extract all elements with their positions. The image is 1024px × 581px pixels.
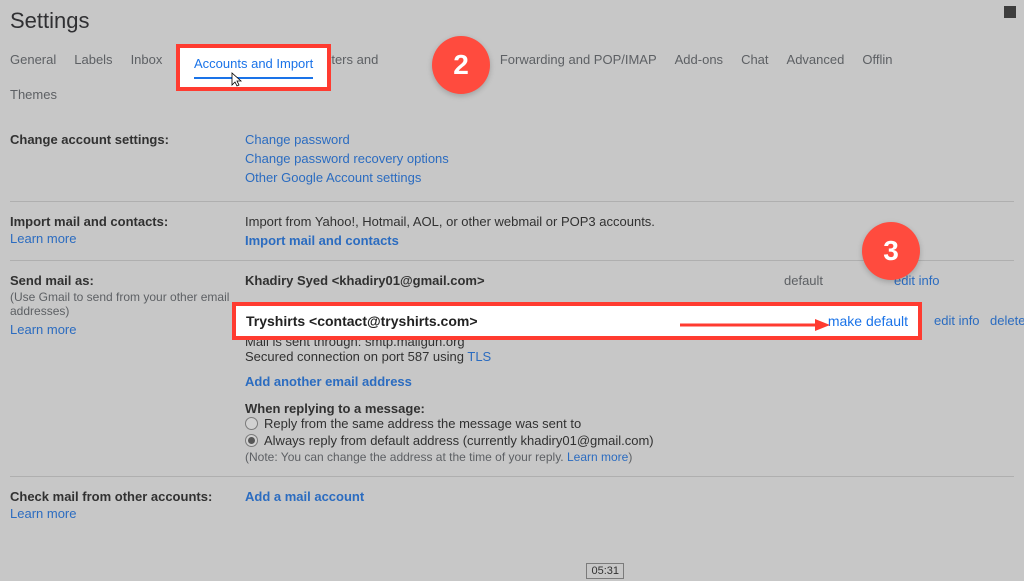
- other-google-settings-link[interactable]: Other Google Account settings: [245, 170, 1014, 185]
- add-another-email[interactable]: Add another email address: [245, 374, 1014, 389]
- tab-inbox[interactable]: Inbox: [131, 46, 163, 73]
- reply-note-learn-more[interactable]: Learn more: [567, 450, 628, 464]
- cursor-icon: [228, 72, 244, 91]
- import-mail-label: Import mail and contacts:: [10, 214, 245, 229]
- send-as-edit-2[interactable]: edit info: [934, 313, 980, 328]
- send-as-label: Send mail as:: [10, 273, 245, 288]
- tab-offline[interactable]: Offlin: [862, 46, 892, 73]
- change-recovery-link[interactable]: Change password recovery options: [245, 151, 1014, 166]
- tab-forwarding[interactable]: Forwarding and POP/IMAP: [500, 46, 657, 73]
- time-indicator: 05:31: [586, 563, 624, 579]
- reply-option-same[interactable]: Reply from the same address the message …: [245, 416, 1014, 431]
- annotation-badge-3: 3: [862, 222, 920, 280]
- tab-accounts-import[interactable]: Accounts and Import: [194, 56, 313, 79]
- make-default-link[interactable]: make default: [828, 313, 908, 329]
- tab-labels[interactable]: Labels: [74, 46, 112, 73]
- tab-general[interactable]: General: [10, 46, 56, 73]
- tab-advanced[interactable]: Advanced: [787, 46, 845, 73]
- reply-label: When replying to a message:: [245, 401, 1014, 416]
- highlight-accounts-import: Accounts and Import: [176, 44, 331, 91]
- import-learn-more[interactable]: Learn more: [10, 231, 245, 246]
- top-right-indicator: [1004, 6, 1016, 18]
- settings-tabs-row2: Themes: [0, 73, 1024, 120]
- settings-header: Settings: [0, 0, 1024, 46]
- settings-tabs: General Labels Inbox Accounts and Import…: [0, 46, 1024, 73]
- send-as-delete-2[interactable]: delete: [990, 313, 1024, 328]
- radio-same-address[interactable]: [245, 417, 258, 430]
- tab-themes[interactable]: Themes: [10, 81, 57, 108]
- reply-option-default[interactable]: Always reply from default address (curre…: [245, 433, 1014, 448]
- check-mail-learn-more[interactable]: Learn more: [10, 506, 245, 521]
- change-password-link[interactable]: Change password: [245, 132, 1014, 147]
- radio-default-address[interactable]: [245, 434, 258, 447]
- tab-chat[interactable]: Chat: [741, 46, 768, 73]
- annotation-arrow: [680, 317, 830, 333]
- send-as-sub: (Use Gmail to send from your other email…: [10, 290, 245, 318]
- section-send-as: Send mail as: (Use Gmail to send from yo…: [10, 260, 1014, 476]
- send-as-learn-more[interactable]: Learn more: [10, 322, 245, 337]
- section-check-mail: Check mail from other accounts: Learn mo…: [10, 476, 1014, 533]
- send-as-secured: Secured connection on port 587 using TLS: [245, 349, 1014, 364]
- annotation-badge-2: 2: [432, 36, 490, 94]
- check-mail-label: Check mail from other accounts:: [10, 489, 245, 504]
- tab-addons[interactable]: Add-ons: [675, 46, 723, 73]
- change-account-label: Change account settings:: [10, 132, 245, 147]
- section-change-account: Change account settings: Change password…: [10, 120, 1014, 201]
- send-as-name-1: Khadiry Syed <khadiry01@gmail.com>: [245, 273, 784, 288]
- add-mail-account[interactable]: Add a mail account: [245, 489, 1014, 504]
- tls-link[interactable]: TLS: [467, 349, 491, 364]
- page-title: Settings: [10, 8, 1014, 34]
- reply-note: (Note: You can change the address at the…: [245, 450, 1014, 464]
